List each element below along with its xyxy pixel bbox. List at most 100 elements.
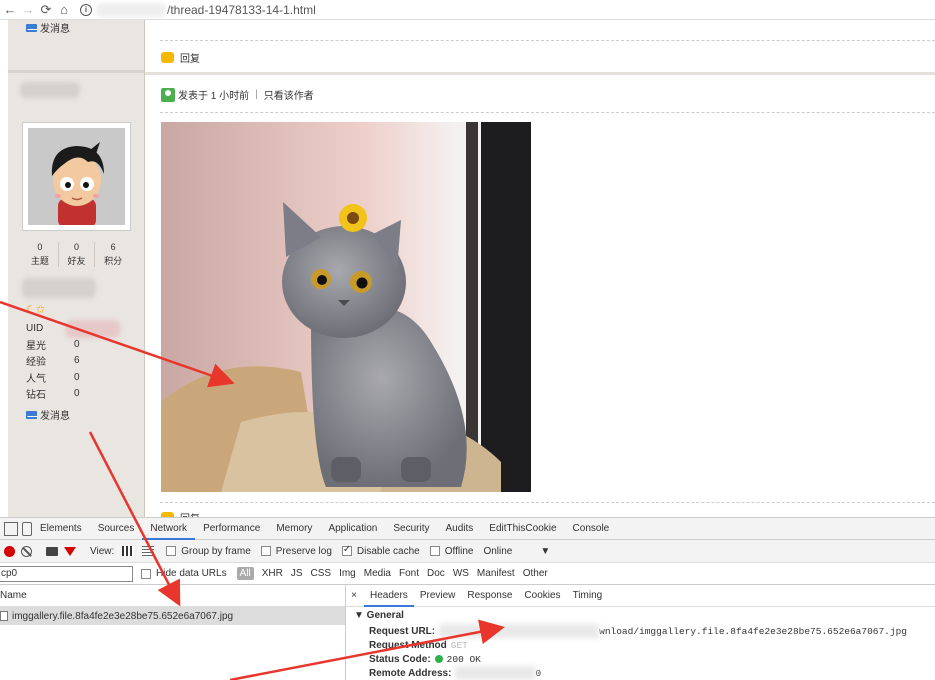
throttling-select[interactable]: Online ▼	[483, 546, 550, 557]
send-message-link-top[interactable]: 发消息	[26, 20, 70, 35]
network-body: Name imggallery.file.8fa4fe2e3e28be75.65…	[0, 585, 935, 680]
author-only-link[interactable]: 只看该作者	[264, 87, 314, 102]
request-detail: × Headers Preview Response Cookies Timin…	[346, 585, 935, 680]
type-filter-doc[interactable]: Doc	[427, 568, 445, 579]
back-button[interactable]: ←	[2, 2, 18, 18]
close-icon[interactable]: ×	[346, 590, 362, 601]
dashed-divider	[160, 502, 935, 503]
type-filter-manifest[interactable]: Manifest	[477, 568, 515, 579]
info-row-experience: 经验 6	[26, 355, 80, 369]
image-file-icon	[0, 611, 8, 621]
user-avatar[interactable]	[22, 122, 131, 231]
disable-cache-checkbox[interactable]: Disable cache	[341, 544, 420, 557]
send-message-link[interactable]: 发消息	[26, 407, 70, 422]
type-filter-xhr[interactable]: XHR	[262, 568, 283, 579]
dashed-divider	[160, 40, 935, 41]
redacted-usergroup	[22, 278, 96, 298]
redacted-host	[439, 624, 600, 638]
tab-memory[interactable]: Memory	[268, 518, 320, 540]
tab-timing[interactable]: Timing	[567, 585, 609, 607]
name-column-header[interactable]: Name	[0, 585, 345, 607]
devtools-tabbar: Elements Sources Network Performance Mem…	[0, 518, 935, 540]
send-message-label: 发消息	[40, 411, 70, 422]
info-row-diamonds: 钻石 0	[26, 387, 80, 401]
info-row-starlight: 星光 0	[26, 338, 80, 352]
tab-console[interactable]: Console	[565, 518, 618, 540]
hide-data-urls-checkbox[interactable]: Hide data URLs	[141, 568, 227, 579]
clear-icon[interactable]	[21, 545, 32, 557]
author-online-icon	[161, 87, 175, 102]
tab-security[interactable]: Security	[385, 518, 437, 540]
post-meta: 发表于 1 小时前 | 只看该作者	[161, 87, 314, 102]
tab-application[interactable]: Application	[320, 518, 385, 540]
tab-cookies[interactable]: Cookies	[518, 585, 566, 607]
author-sidebar: 发消息 ☾✩ 发消息	[8, 20, 145, 517]
tab-response[interactable]: Response	[461, 585, 518, 607]
network-toolbar: View: Group by frame Preserve log Disabl…	[0, 540, 935, 563]
cat-photo[interactable]	[161, 122, 531, 492]
general-section: ▼ General Request URL: wnload/imggallery…	[346, 607, 935, 680]
type-filter-media[interactable]: Media	[364, 568, 391, 579]
url-redacted-domain	[96, 2, 166, 17]
tab-elements[interactable]: Elements	[32, 518, 90, 540]
chevron-down-icon: ▼	[540, 545, 551, 557]
url-path[interactable]: /thread-19478133-14-1.html	[167, 3, 316, 17]
redacted-username	[20, 82, 80, 98]
overview-icon[interactable]	[142, 546, 155, 556]
home-button[interactable]: ⌂	[56, 2, 72, 18]
network-filter-bar: Hide data URLs All XHR JS CSS Img Media …	[0, 563, 935, 585]
mail-icon	[26, 23, 37, 32]
tab-performance[interactable]: Performance	[195, 518, 268, 540]
tab-sources[interactable]: Sources	[90, 518, 143, 540]
request-row[interactable]: imggallery.file.8fa4fe2e3e28be75.652e6a7…	[0, 607, 345, 625]
reload-button[interactable]: ⟳	[38, 2, 54, 18]
star-rank-icon: ☾✩	[26, 304, 46, 316]
user-stats: 0 主题 0 好友 6 积分	[22, 242, 131, 267]
tab-preview[interactable]: Preview	[414, 585, 462, 607]
redacted-ip	[455, 666, 536, 680]
request-url-row: Request URL: wnload/imggallery.file.8fa4…	[369, 624, 907, 638]
type-filter-ws[interactable]: WS	[453, 568, 469, 579]
reply-bubble-icon	[161, 52, 174, 63]
stat-points[interactable]: 6 积分	[95, 242, 131, 267]
tab-headers[interactable]: Headers	[364, 585, 414, 607]
avatar-image	[28, 128, 125, 225]
detail-tabbar: × Headers Preview Response Cookies Timin…	[346, 585, 935, 607]
filter-funnel-icon[interactable]	[64, 546, 76, 556]
type-filter-font[interactable]: Font	[399, 568, 419, 579]
type-filter-all[interactable]: All	[236, 567, 254, 580]
offline-checkbox[interactable]: Offline	[429, 546, 473, 557]
reply-link-top[interactable]: 回复	[161, 50, 200, 65]
status-ok-icon	[434, 655, 443, 663]
group-by-frame-checkbox[interactable]: Group by frame	[166, 546, 251, 557]
sidebar-divider	[8, 70, 145, 73]
dashed-divider	[160, 112, 935, 113]
preserve-log-checkbox[interactable]: Preserve log	[260, 546, 332, 557]
large-rows-icon[interactable]	[122, 546, 135, 556]
site-info-icon[interactable]: i	[80, 3, 92, 16]
filter-input[interactable]	[0, 565, 133, 582]
request-method-row: Request Method GET	[369, 639, 468, 651]
forward-button[interactable]: →	[20, 2, 36, 18]
mail-icon	[26, 410, 37, 419]
record-icon[interactable]	[4, 545, 15, 557]
tab-network[interactable]: Network	[142, 518, 196, 540]
stat-threads[interactable]: 0 主题	[22, 242, 59, 267]
type-filter-css[interactable]: CSS	[311, 568, 332, 579]
device-toolbar-icon[interactable]	[22, 521, 32, 536]
view-label: View:	[90, 545, 115, 557]
stat-friends[interactable]: 0 好友	[59, 242, 96, 267]
tab-audits[interactable]: Audits	[437, 518, 481, 540]
inspect-element-icon[interactable]	[4, 521, 18, 536]
post-content: 回复 发表于 1 小时前 | 只看该作者	[145, 20, 935, 525]
general-section-toggle[interactable]: ▼ General	[354, 610, 935, 621]
post-divider	[145, 72, 935, 75]
browser-toolbar: ← → ⟳ ⌂ i /thread-19478133-14-1.html	[0, 0, 935, 20]
devtools-panel: Elements Sources Network Performance Mem…	[0, 517, 935, 680]
screenshot-camera-icon[interactable]	[46, 546, 58, 556]
type-filter-img[interactable]: Img	[339, 568, 356, 579]
tab-editthiscookie[interactable]: EditThisCookie	[481, 518, 564, 540]
type-filter-other[interactable]: Other	[523, 568, 548, 579]
screenshot-root: ← → ⟳ ⌂ i /thread-19478133-14-1.html 发消息…	[0, 0, 935, 680]
type-filter-js[interactable]: JS	[291, 568, 303, 579]
